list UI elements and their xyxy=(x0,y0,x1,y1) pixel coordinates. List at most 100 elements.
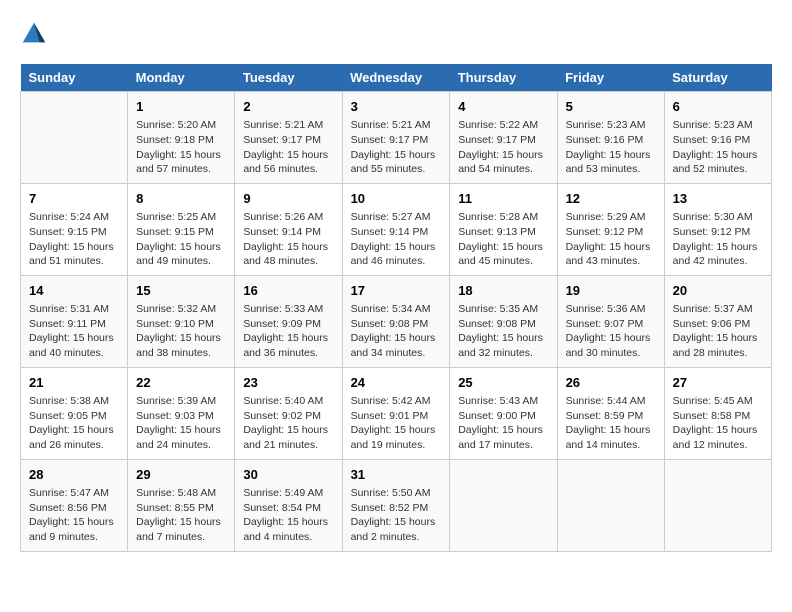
sunset-text: Sunset: 9:13 PM xyxy=(458,225,548,240)
sunrise-text: Sunrise: 5:34 AM xyxy=(351,302,442,317)
day-number: 12 xyxy=(566,190,656,208)
day-number: 28 xyxy=(29,466,119,484)
cell-content: Sunrise: 5:48 AM Sunset: 8:55 PM Dayligh… xyxy=(136,486,226,545)
calendar-cell: 1 Sunrise: 5:20 AM Sunset: 9:18 PM Dayli… xyxy=(128,92,235,184)
sunrise-text: Sunrise: 5:33 AM xyxy=(243,302,333,317)
cell-content: Sunrise: 5:23 AM Sunset: 9:16 PM Dayligh… xyxy=(566,118,656,177)
calendar-cell: 4 Sunrise: 5:22 AM Sunset: 9:17 PM Dayli… xyxy=(450,92,557,184)
calendar-cell: 28 Sunrise: 5:47 AM Sunset: 8:56 PM Dayl… xyxy=(21,459,128,551)
day-number: 19 xyxy=(566,282,656,300)
cell-content: Sunrise: 5:21 AM Sunset: 9:17 PM Dayligh… xyxy=(351,118,442,177)
week-row-1: 1 Sunrise: 5:20 AM Sunset: 9:18 PM Dayli… xyxy=(21,92,772,184)
sunrise-text: Sunrise: 5:31 AM xyxy=(29,302,119,317)
daylight-text: Daylight: 15 hours and 53 minutes. xyxy=(566,148,656,177)
calendar-table: SundayMondayTuesdayWednesdayThursdayFrid… xyxy=(20,64,772,552)
day-number: 6 xyxy=(673,98,763,116)
cell-content: Sunrise: 5:36 AM Sunset: 9:07 PM Dayligh… xyxy=(566,302,656,361)
calendar-cell: 15 Sunrise: 5:32 AM Sunset: 9:10 PM Dayl… xyxy=(128,275,235,367)
cell-content: Sunrise: 5:25 AM Sunset: 9:15 PM Dayligh… xyxy=(136,210,226,269)
column-header-friday: Friday xyxy=(557,64,664,92)
cell-content: Sunrise: 5:23 AM Sunset: 9:16 PM Dayligh… xyxy=(673,118,763,177)
cell-content: Sunrise: 5:49 AM Sunset: 8:54 PM Dayligh… xyxy=(243,486,333,545)
sunset-text: Sunset: 9:18 PM xyxy=(136,133,226,148)
day-number: 15 xyxy=(136,282,226,300)
calendar-cell: 9 Sunrise: 5:26 AM Sunset: 9:14 PM Dayli… xyxy=(235,183,342,275)
day-number: 2 xyxy=(243,98,333,116)
daylight-text: Daylight: 15 hours and 30 minutes. xyxy=(566,331,656,360)
daylight-text: Daylight: 15 hours and 32 minutes. xyxy=(458,331,548,360)
daylight-text: Daylight: 15 hours and 36 minutes. xyxy=(243,331,333,360)
cell-content: Sunrise: 5:26 AM Sunset: 9:14 PM Dayligh… xyxy=(243,210,333,269)
sunrise-text: Sunrise: 5:27 AM xyxy=(351,210,442,225)
daylight-text: Daylight: 15 hours and 26 minutes. xyxy=(29,423,119,452)
day-number: 25 xyxy=(458,374,548,392)
sunrise-text: Sunrise: 5:43 AM xyxy=(458,394,548,409)
daylight-text: Daylight: 15 hours and 19 minutes. xyxy=(351,423,442,452)
column-header-monday: Monday xyxy=(128,64,235,92)
day-number: 17 xyxy=(351,282,442,300)
calendar-cell: 21 Sunrise: 5:38 AM Sunset: 9:05 PM Dayl… xyxy=(21,367,128,459)
sunset-text: Sunset: 9:17 PM xyxy=(351,133,442,148)
sunrise-text: Sunrise: 5:22 AM xyxy=(458,118,548,133)
sunset-text: Sunset: 9:12 PM xyxy=(566,225,656,240)
day-number: 8 xyxy=(136,190,226,208)
column-header-sunday: Sunday xyxy=(21,64,128,92)
week-row-4: 21 Sunrise: 5:38 AM Sunset: 9:05 PM Dayl… xyxy=(21,367,772,459)
sunrise-text: Sunrise: 5:30 AM xyxy=(673,210,763,225)
daylight-text: Daylight: 15 hours and 46 minutes. xyxy=(351,240,442,269)
day-number: 5 xyxy=(566,98,656,116)
calendar-cell: 18 Sunrise: 5:35 AM Sunset: 9:08 PM Dayl… xyxy=(450,275,557,367)
daylight-text: Daylight: 15 hours and 51 minutes. xyxy=(29,240,119,269)
sunrise-text: Sunrise: 5:29 AM xyxy=(566,210,656,225)
daylight-text: Daylight: 15 hours and 21 minutes. xyxy=(243,423,333,452)
calendar-cell: 25 Sunrise: 5:43 AM Sunset: 9:00 PM Dayl… xyxy=(450,367,557,459)
sunrise-text: Sunrise: 5:32 AM xyxy=(136,302,226,317)
sunset-text: Sunset: 9:11 PM xyxy=(29,317,119,332)
day-number: 27 xyxy=(673,374,763,392)
daylight-text: Daylight: 15 hours and 28 minutes. xyxy=(673,331,763,360)
sunrise-text: Sunrise: 5:21 AM xyxy=(351,118,442,133)
calendar-cell: 12 Sunrise: 5:29 AM Sunset: 9:12 PM Dayl… xyxy=(557,183,664,275)
page-header xyxy=(20,20,772,48)
calendar-cell: 22 Sunrise: 5:39 AM Sunset: 9:03 PM Dayl… xyxy=(128,367,235,459)
sunset-text: Sunset: 9:14 PM xyxy=(351,225,442,240)
daylight-text: Daylight: 15 hours and 55 minutes. xyxy=(351,148,442,177)
sunset-text: Sunset: 9:08 PM xyxy=(351,317,442,332)
sunrise-text: Sunrise: 5:21 AM xyxy=(243,118,333,133)
daylight-text: Daylight: 15 hours and 24 minutes. xyxy=(136,423,226,452)
sunrise-text: Sunrise: 5:49 AM xyxy=(243,486,333,501)
sunset-text: Sunset: 9:07 PM xyxy=(566,317,656,332)
cell-content: Sunrise: 5:31 AM Sunset: 9:11 PM Dayligh… xyxy=(29,302,119,361)
week-row-2: 7 Sunrise: 5:24 AM Sunset: 9:15 PM Dayli… xyxy=(21,183,772,275)
column-header-saturday: Saturday xyxy=(664,64,771,92)
daylight-text: Daylight: 15 hours and 52 minutes. xyxy=(673,148,763,177)
calendar-cell: 27 Sunrise: 5:45 AM Sunset: 8:58 PM Dayl… xyxy=(664,367,771,459)
cell-content: Sunrise: 5:24 AM Sunset: 9:15 PM Dayligh… xyxy=(29,210,119,269)
daylight-text: Daylight: 15 hours and 45 minutes. xyxy=(458,240,548,269)
cell-content: Sunrise: 5:32 AM Sunset: 9:10 PM Dayligh… xyxy=(136,302,226,361)
cell-content: Sunrise: 5:45 AM Sunset: 8:58 PM Dayligh… xyxy=(673,394,763,453)
sunset-text: Sunset: 9:17 PM xyxy=(458,133,548,148)
day-number: 22 xyxy=(136,374,226,392)
calendar-cell: 14 Sunrise: 5:31 AM Sunset: 9:11 PM Dayl… xyxy=(21,275,128,367)
sunrise-text: Sunrise: 5:24 AM xyxy=(29,210,119,225)
day-number: 29 xyxy=(136,466,226,484)
sunset-text: Sunset: 9:05 PM xyxy=(29,409,119,424)
sunrise-text: Sunrise: 5:50 AM xyxy=(351,486,442,501)
sunrise-text: Sunrise: 5:23 AM xyxy=(673,118,763,133)
daylight-text: Daylight: 15 hours and 7 minutes. xyxy=(136,515,226,544)
sunrise-text: Sunrise: 5:28 AM xyxy=(458,210,548,225)
sunset-text: Sunset: 9:00 PM xyxy=(458,409,548,424)
daylight-text: Daylight: 15 hours and 57 minutes. xyxy=(136,148,226,177)
logo-icon xyxy=(20,20,48,48)
week-row-5: 28 Sunrise: 5:47 AM Sunset: 8:56 PM Dayl… xyxy=(21,459,772,551)
sunrise-text: Sunrise: 5:48 AM xyxy=(136,486,226,501)
cell-content: Sunrise: 5:47 AM Sunset: 8:56 PM Dayligh… xyxy=(29,486,119,545)
cell-content: Sunrise: 5:30 AM Sunset: 9:12 PM Dayligh… xyxy=(673,210,763,269)
calendar-header-row: SundayMondayTuesdayWednesdayThursdayFrid… xyxy=(21,64,772,92)
sunset-text: Sunset: 9:17 PM xyxy=(243,133,333,148)
day-number: 11 xyxy=(458,190,548,208)
calendar-cell: 20 Sunrise: 5:37 AM Sunset: 9:06 PM Dayl… xyxy=(664,275,771,367)
calendar-cell: 16 Sunrise: 5:33 AM Sunset: 9:09 PM Dayl… xyxy=(235,275,342,367)
calendar-cell: 2 Sunrise: 5:21 AM Sunset: 9:17 PM Dayli… xyxy=(235,92,342,184)
